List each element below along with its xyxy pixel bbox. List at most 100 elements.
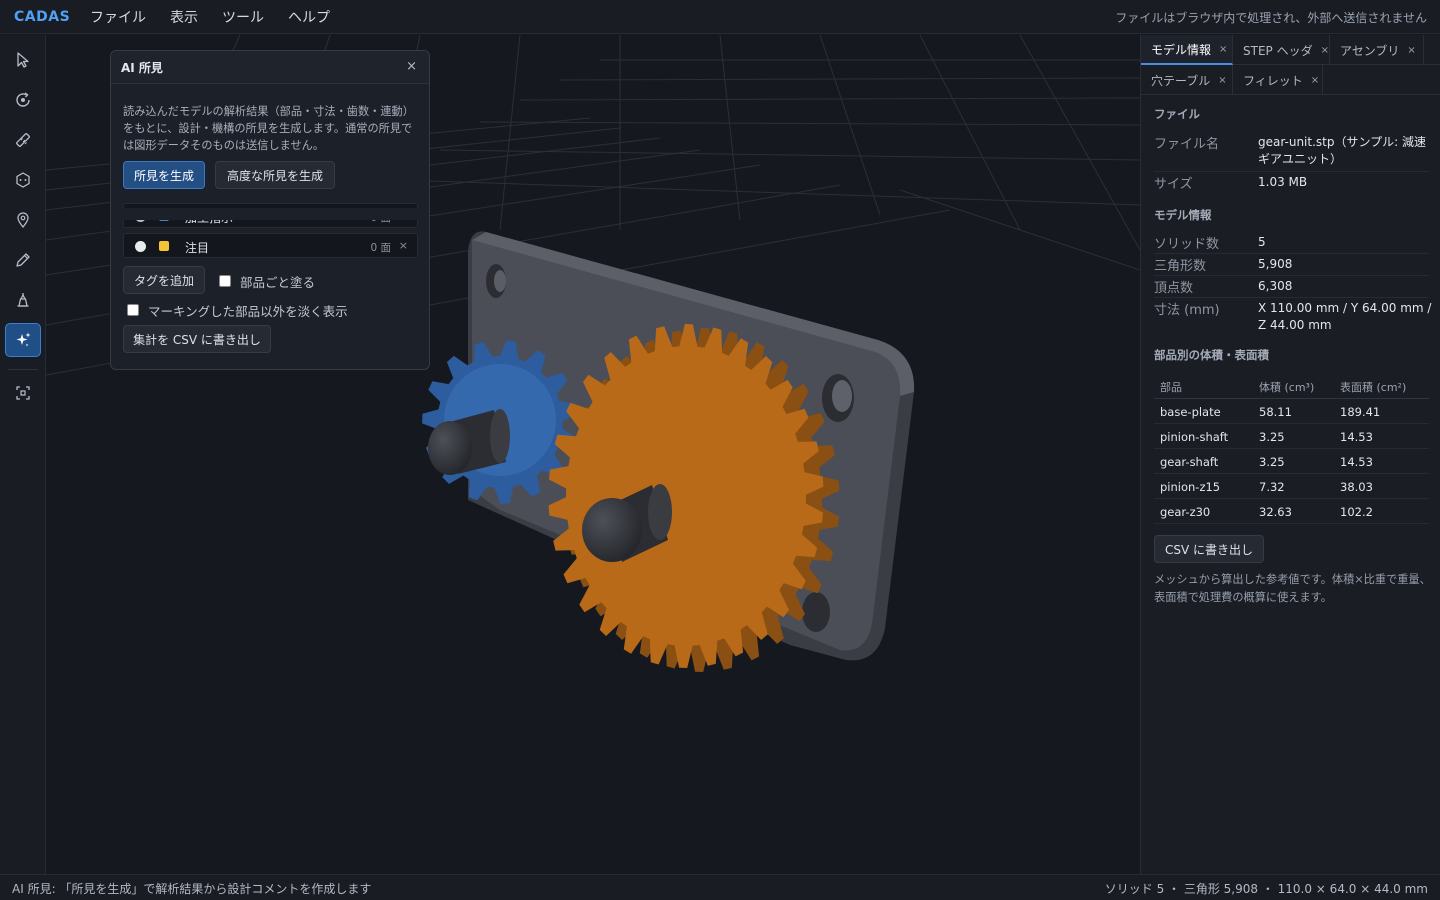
col-header-volume: 体積 (cm³) [1259,381,1315,394]
orbit-tool-button[interactable] [5,83,41,117]
tag-color-swatch [159,241,169,251]
paint-by-part-label: 部品ごと塗る [240,275,316,290]
tag-remove-icon[interactable]: × [399,239,408,252]
part-area: 14.53 [1340,455,1373,469]
menu-tools[interactable]: ツール [222,7,264,27]
table-row[interactable]: pinion-shaft 3.25 14.53 [1154,424,1429,449]
measure-icon [16,133,30,147]
select-icon [17,52,29,68]
ai-panel-close-icon[interactable]: × [406,59,417,74]
export-parts-csv-button[interactable]: CSV に書き出し [1154,535,1264,563]
ai-panel-description: 読み込んだモデルの解析結果（部品・寸法・歯数・連動）をもとに、設計・機構の所見を… [123,105,414,152]
menu-help[interactable]: ヘルプ [288,7,330,27]
dims-label: 寸法 (mm) [1154,303,1220,318]
tab-close-icon[interactable]: × [1219,44,1227,55]
tab-label: STEP ヘッダ [1243,43,1313,58]
right-panel: モデル情報 × STEP ヘッダ × アセンブリ × 穴テーブル × フィレット × ファ… [1140,35,1440,874]
vertices-label: 頂点数 [1154,281,1194,296]
fade-unmarked-label: マーキングした部品以外を淡く表示 [148,304,348,319]
tab-label: アセンブリ [1340,43,1400,58]
tab-close-icon[interactable]: × [1407,45,1415,56]
part-volume: 3.25 [1259,430,1285,444]
ai-panel-title: AI 所見 [121,60,163,75]
tab-hole-table[interactable]: 穴テーブル × [1141,65,1233,95]
tab-close-icon[interactable]: × [1218,75,1226,86]
tab-fillet[interactable]: フィレット × [1233,65,1323,95]
tab-label: 穴テーブル [1151,73,1211,88]
left-toolbar [0,35,46,874]
section-tool-button[interactable] [5,283,41,317]
part-area: 38.03 [1340,480,1373,494]
tab-label: モデル情報 [1151,42,1212,57]
status-bar: AI 所見: 「所見を生成」で解析結果から設計コメントを作成します ソリッド 5… [0,874,1440,900]
part-volume: 32.63 [1259,505,1292,519]
panel-mask [111,208,429,220]
paint-by-part-checkbox[interactable] [219,275,231,287]
dims-value: X 110.00 mm / Y 64.00 mm / Z 44.00 mm [1258,301,1432,332]
part-area: 14.53 [1340,430,1373,444]
tab-model-info[interactable]: モデル情報 × [1141,35,1233,65]
triangles-value: 5,908 [1258,257,1293,271]
privacy-notice: ファイルはブラウザ内で処理され、外部へ送信されません [1115,11,1427,25]
tag-label: 注目 [185,241,210,255]
add-tag-button[interactable]: タグを追加 [123,266,205,294]
table-row[interactable]: gear-shaft 3.25 14.53 [1154,449,1429,474]
fade-unmarked-checkbox[interactable] [127,304,139,316]
status-message: AI 所見: 「所見を生成」で解析結果から設計コメントを作成します [12,882,372,896]
table-row[interactable]: base-plate 58.11 189.41 [1154,399,1429,424]
file-section-title: ファイル [1154,107,1200,121]
app-brand: CADAS [14,8,71,25]
tag-row-attention[interactable]: 注目 0 面 × [123,233,418,258]
parts-icon [16,172,30,188]
part-name: gear-shaft [1160,455,1219,469]
tag-count: 0 面 [370,242,391,254]
tab-close-icon[interactable]: × [1311,75,1319,86]
model-section-title: モデル情報 [1154,208,1212,222]
vertices-value: 6,308 [1258,279,1293,293]
menu-file[interactable]: ファイル [90,7,146,27]
mount-hole [802,592,830,632]
divider [1154,275,1429,276]
part-area: 102.2 [1340,505,1373,519]
annotate-tool-button[interactable] [5,243,41,277]
divider [1154,297,1429,298]
tag-radio[interactable] [135,241,146,252]
section-icon [17,293,29,307]
menubar: CADAS ファイル 表示 ツール ヘルプ ファイルはブラウザ内で処理され、外部… [0,0,1440,34]
annotate-icon [16,253,30,267]
ai-sparkle-icon [16,332,31,347]
parts-table: 部品 体積 (cm³) 表面積 (cm²) base-plate 58.11 1… [1154,371,1429,524]
tab-row-2: 穴テーブル × フィレット × [1141,65,1440,95]
part-name: base-plate [1160,405,1221,419]
select-tool-button[interactable] [5,43,41,77]
divider [1154,171,1429,172]
table-row[interactable]: gear-z30 32.63 102.2 [1154,499,1429,524]
table-header-row: 部品 体積 (cm³) 表面積 (cm²) [1154,371,1429,399]
advanced-findings-button[interactable]: 高度な所見を生成 [215,161,335,189]
col-header-area: 表面積 (cm²) [1340,381,1407,394]
parts-note: メッシュから算出した参考値です。体積×比重で重量、表面積で処理費の概算に使えます… [1154,573,1431,604]
measure-tool-button[interactable] [5,123,41,157]
triangles-label: 三角形数 [1154,259,1207,274]
fit-view-icon [16,386,30,400]
pin-tool-button[interactable] [5,203,41,237]
ai-tool-button[interactable] [5,323,41,357]
part-volume: 3.25 [1259,455,1285,469]
menu-view[interactable]: 表示 [170,7,198,27]
export-summary-csv-button[interactable]: 集計を CSV に書き出し [123,325,271,353]
filename-label: ファイル名 [1154,137,1220,152]
size-value: 1.03 MB [1258,175,1308,189]
tab-close-icon[interactable]: × [1321,45,1329,56]
tab-assembly[interactable]: アセンブリ × [1330,35,1424,65]
tab-label: フィレット [1243,73,1303,88]
solids-value: 5 [1258,235,1266,249]
generate-findings-button[interactable]: 所見を生成 [123,161,205,189]
solids-label: ソリッド数 [1154,237,1220,252]
part-name: pinion-z15 [1160,480,1221,494]
status-model-summary: ソリッド 5 ・ 三角形 5,908 ・ 110.0 × 64.0 × 44.0… [1104,882,1428,896]
tab-step-header[interactable]: STEP ヘッダ × [1233,35,1330,65]
fit-view-tool-button[interactable] [5,376,41,410]
parts-tool-button[interactable] [5,163,41,197]
table-row[interactable]: pinion-z15 7.32 38.03 [1154,474,1429,499]
part-name: pinion-shaft [1160,430,1229,444]
